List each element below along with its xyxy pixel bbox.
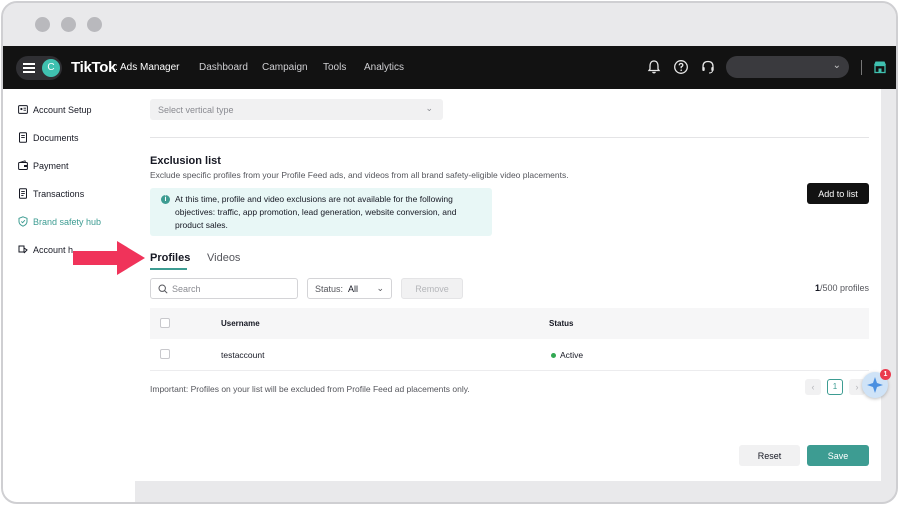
info-notice: i At this time, profile and video exclus… (150, 188, 492, 236)
row-checkbox[interactable] (160, 349, 170, 359)
section-divider (150, 137, 869, 138)
help-icon[interactable] (673, 59, 689, 75)
vertical-type-placeholder: Select vertical type (158, 105, 234, 115)
brand-subtitle: : Ads Manager (115, 62, 180, 73)
status-filter-select[interactable]: Status: All ⌄ (307, 278, 392, 299)
receipt-icon (19, 188, 27, 199)
chevron-down-icon: ⌄ (832, 60, 841, 71)
chevron-down-icon: ⌄ (376, 283, 384, 293)
pagination-prev-button[interactable]: ‹ (805, 379, 821, 395)
notification-badge: 1 (880, 369, 891, 380)
window-close-dot[interactable] (35, 17, 50, 32)
status-text: Active (560, 350, 584, 360)
table-row: testaccount Active (150, 339, 869, 371)
shield-icon (18, 216, 28, 227)
avatar: C (42, 59, 60, 77)
wallet-icon (18, 160, 28, 170)
vertical-type-select[interactable]: Select vertical type ⌄ (150, 99, 443, 120)
important-note: Important: Profiles on your list will be… (150, 384, 470, 394)
remove-button[interactable]: Remove (401, 278, 463, 299)
status-active-dot (551, 353, 556, 359)
health-icon (18, 245, 28, 254)
sidebar: Account Setup Documents Payment Transact… (3, 89, 135, 502)
table-header: Username Status (150, 308, 869, 339)
window-maximize-dot[interactable] (87, 17, 102, 32)
status-cell: Active (551, 350, 583, 360)
browser-window: C TikTok : Ads Manager Dashboard Campaig… (1, 1, 898, 504)
assistant-button[interactable]: 1 (862, 369, 891, 398)
main-content: Select vertical type ⌄ Exclusion list Ex… (135, 89, 881, 481)
add-to-list-button[interactable]: Add to list (807, 183, 869, 204)
sidebar-item-label: Payment (33, 161, 69, 171)
info-icon: i (161, 195, 170, 204)
sidebar-item-label: Account h (33, 245, 74, 255)
status-filter-label: Status: (315, 284, 344, 294)
sidebar-item-label: Documents (33, 133, 79, 143)
top-nav-bar: C TikTok : Ads Manager Dashboard Campaig… (3, 46, 896, 89)
status-filter-value: All (348, 284, 359, 294)
profile-count-total: /500 profiles (819, 283, 869, 293)
nav-campaign[interactable]: Campaign (262, 62, 308, 73)
chevron-down-icon: ⌄ (425, 103, 433, 113)
store-icon[interactable] (872, 60, 888, 74)
sidebar-item-label: Account Setup (33, 105, 92, 115)
sidebar-item-label: Brand safety hub (33, 217, 102, 227)
tab-profiles[interactable]: Profiles (150, 252, 190, 264)
nav-tools[interactable]: Tools (323, 62, 346, 73)
info-notice-text: At this time, profile and video exclusio… (175, 194, 457, 230)
username-cell: testaccount (221, 350, 265, 360)
search-placeholder: Search (172, 284, 201, 294)
account-menu-toggle[interactable]: C (16, 56, 62, 80)
account-selector[interactable]: ⌄ (726, 56, 849, 78)
highlight-arrow-icon (73, 241, 145, 275)
tab-videos[interactable]: Videos (207, 252, 240, 264)
pagination-page-1[interactable]: 1 (827, 379, 843, 395)
search-input[interactable]: Search (150, 278, 298, 299)
divider (861, 60, 862, 75)
reset-button[interactable]: Reset (739, 445, 800, 466)
exclusion-list-description: Exclude specific profiles from your Prof… (150, 170, 569, 180)
bell-icon[interactable] (646, 59, 662, 75)
save-button[interactable]: Save (807, 445, 869, 466)
search-icon (158, 284, 168, 294)
sidebar-item-label: Transactions (33, 189, 85, 199)
profile-count: 1/500 profiles (815, 283, 869, 293)
nav-dashboard[interactable]: Dashboard (199, 62, 248, 73)
exclusion-list-title: Exclusion list (150, 155, 221, 167)
document-icon (19, 132, 27, 143)
column-header-status: Status (549, 319, 574, 328)
column-header-username: Username (221, 319, 260, 328)
headset-icon[interactable] (700, 59, 716, 75)
brand-logo[interactable]: TikTok (71, 59, 116, 76)
active-tab-indicator (150, 268, 187, 270)
select-all-checkbox[interactable] (160, 318, 170, 328)
nav-analytics[interactable]: Analytics (364, 62, 404, 73)
hamburger-icon (23, 63, 35, 73)
window-minimize-dot[interactable] (61, 17, 76, 32)
id-card-icon (18, 105, 28, 114)
window-chrome (3, 3, 896, 46)
